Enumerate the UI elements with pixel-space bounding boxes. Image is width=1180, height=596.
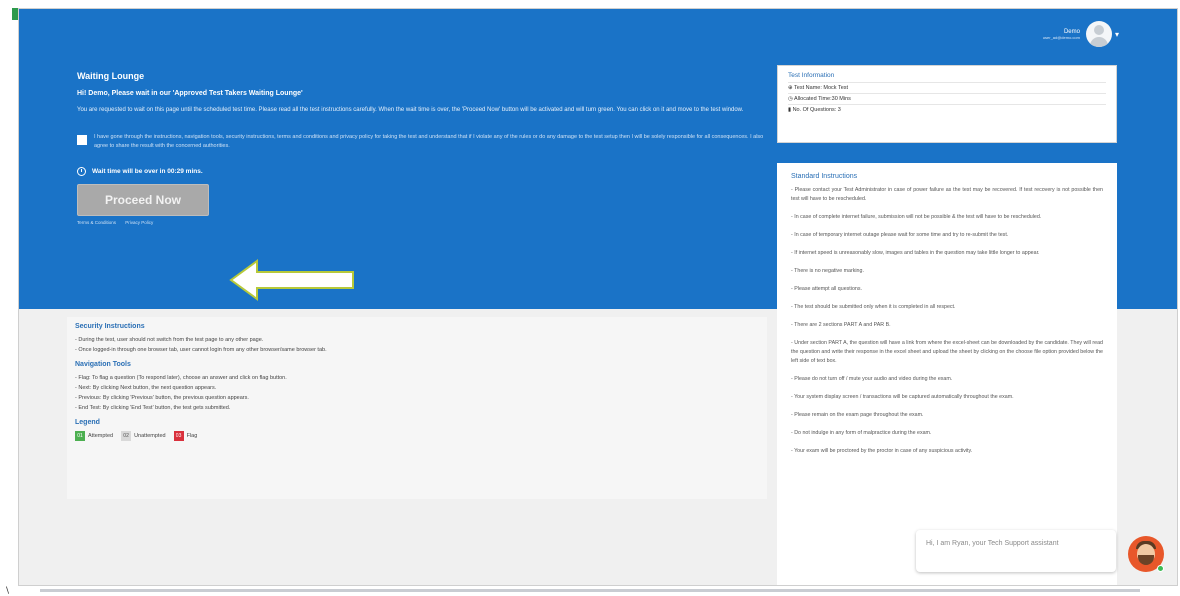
test-info-title: Test Information bbox=[788, 72, 835, 79]
list-item: - Under section PART A, the question wil… bbox=[791, 340, 1103, 364]
list-item: - If internet speed is unreasonably slow… bbox=[791, 250, 1040, 256]
navigation-section: Navigation Tools - Flag: To flag a quest… bbox=[75, 361, 759, 413]
browser-viewport: Demo user_ad@demo.com ▾ Waiting Lounge H… bbox=[18, 8, 1178, 586]
security-title: Security Instructions bbox=[75, 323, 145, 330]
chevron-down-icon[interactable]: ▾ bbox=[1115, 30, 1119, 39]
test-name: Test Name: Mock Test bbox=[794, 85, 849, 91]
list-item: - The test should be submitted only when… bbox=[791, 304, 956, 310]
list-item: - End Test: By clicking 'End Test' butto… bbox=[75, 405, 231, 411]
list-item: - There is no negative marking. bbox=[791, 268, 864, 274]
list-item: - Please do not turn off / mute your aud… bbox=[791, 376, 953, 382]
bot-beard bbox=[1138, 555, 1154, 565]
proceed-now-button[interactable]: Proceed Now bbox=[77, 184, 209, 216]
test-time: Allocated Time:30 Mins bbox=[794, 96, 851, 102]
list-item: - Do not indulge in any form of malpract… bbox=[791, 430, 932, 436]
list-item: - Next: By clicking Next button, the nex… bbox=[75, 385, 217, 391]
legend-chip-flag: 03 bbox=[173, 431, 184, 441]
test-name-row: ⊕ Test Name: Mock Test bbox=[788, 82, 1106, 93]
instructions-panel: Security Instructions - During the test,… bbox=[67, 317, 767, 499]
list-item: - During the test, user should not switc… bbox=[75, 337, 264, 343]
list-item: - In case of complete internet failure, … bbox=[791, 214, 1042, 220]
online-status-icon bbox=[1157, 565, 1164, 572]
security-section: Security Instructions - During the test,… bbox=[75, 323, 759, 355]
page-title: Waiting Lounge bbox=[77, 71, 145, 81]
standard-instructions-title: Standard Instructions bbox=[791, 173, 858, 180]
agreement-row: I have gone through the instructions, na… bbox=[77, 133, 767, 151]
agreement-text: I have gone through the instructions, na… bbox=[94, 134, 764, 149]
test-information-box: Test Information ⊕ Test Name: Mock Test … bbox=[777, 65, 1117, 143]
legend-row: 01 Attempted 02 Unattempted 03 Flag bbox=[75, 431, 759, 441]
list-item: - Flag: To flag a question (To respond l… bbox=[75, 375, 287, 381]
user-email: user_ad@demo.com bbox=[1042, 34, 1080, 40]
legend-chip-attempted: 01 bbox=[75, 431, 85, 441]
list-item: - Once logged-in through one browser tab… bbox=[75, 347, 327, 353]
test-time-row: ◷ Allocated Time:30 Mins bbox=[788, 93, 1106, 104]
legend-label-unattempted: Unattempted bbox=[134, 433, 166, 439]
agreement-checkbox[interactable] bbox=[77, 135, 87, 145]
list-item: - Please contact your Test Administrator… bbox=[791, 187, 1103, 202]
list-item: - Please remain on the exam page through… bbox=[791, 412, 924, 418]
test-questions: No. Of Questions: 3 bbox=[792, 107, 841, 113]
clock-icon bbox=[77, 167, 86, 176]
list-item: - Please attempt all questions. bbox=[791, 286, 862, 292]
footer-links: Terms & Conditions Privacy Policy bbox=[77, 220, 767, 225]
terms-link[interactable]: Terms & Conditions bbox=[77, 220, 116, 225]
legend-chip-unattempted: 02 bbox=[121, 431, 132, 441]
list-item: - In case of temporary internet outage p… bbox=[791, 232, 1009, 238]
side-column: Test Information ⊕ Test Name: Mock Test … bbox=[777, 65, 1117, 585]
legend-label-attempted: Attempted bbox=[88, 433, 114, 439]
chat-message-bubble[interactable]: Hi, I am Ryan, your Tech Support assista… bbox=[916, 530, 1116, 572]
legend-section: Legend 01 Attempted 02 Unattempted 03 Fl… bbox=[75, 419, 759, 441]
list-item: - Your exam will be proctored by the pro… bbox=[791, 448, 973, 454]
legend-label-flag: Flag bbox=[186, 433, 198, 439]
horizontal-scrollbar[interactable] bbox=[40, 589, 1140, 592]
list-item: - Your system display screen / transacti… bbox=[791, 394, 1014, 400]
taskbar-strip: \ bbox=[0, 586, 1180, 596]
list-item: - Previous: By clicking 'Previous' butto… bbox=[75, 395, 249, 401]
avatar[interactable] bbox=[1085, 21, 1112, 47]
privacy-link[interactable]: Privacy Policy bbox=[125, 220, 153, 225]
list-item: - There are 2 sections PART A and PAR B. bbox=[791, 322, 891, 328]
greeting-text: Hi! Demo, Please wait in our 'Approved T… bbox=[77, 90, 303, 97]
user-info: Demo user_ad@demo.com bbox=[1043, 29, 1080, 40]
standard-instructions-box: Standard Instructions - Please contact y… bbox=[777, 163, 1117, 585]
test-questions-row: ▮ No. Of Questions: 3 bbox=[788, 104, 1106, 115]
user-menu[interactable]: Demo user_ad@demo.com ▾ bbox=[1043, 21, 1119, 47]
lounge-content: Waiting Lounge Hi! Demo, Please wait in … bbox=[77, 71, 767, 225]
wait-timer-text: Wait time will be over in 00:29 mins. bbox=[92, 168, 203, 175]
navigation-title: Navigation Tools bbox=[75, 361, 131, 368]
legend-title: Legend bbox=[75, 419, 100, 426]
left-arrow-icon bbox=[229, 259, 354, 301]
wait-instructions: You are requested to wait on this page u… bbox=[77, 107, 744, 113]
wait-timer: Wait time will be over in 00:29 mins. bbox=[77, 167, 767, 176]
